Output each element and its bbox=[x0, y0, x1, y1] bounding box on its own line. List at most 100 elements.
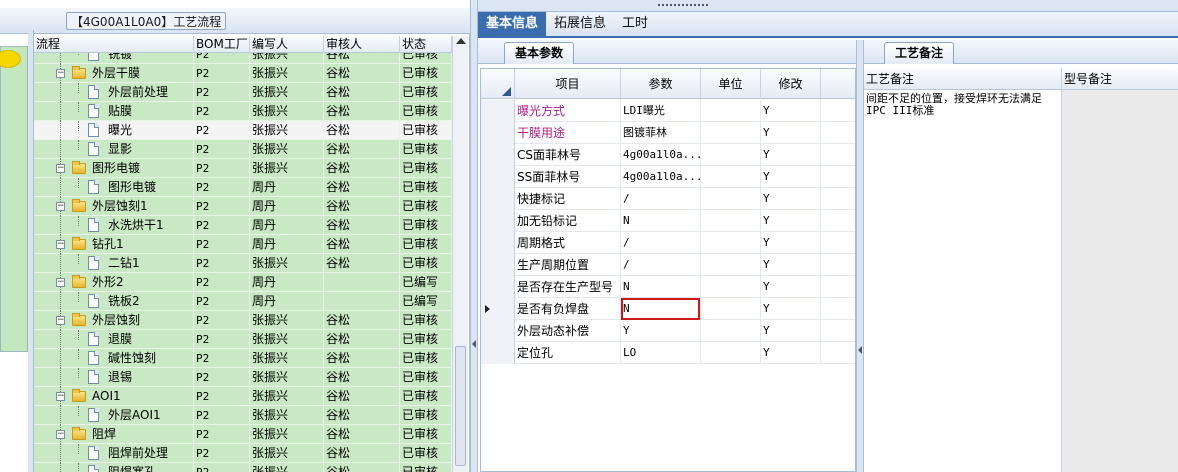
tree-node[interactable]: − 外形2 bbox=[34, 273, 194, 292]
tree-node[interactable]: 铣板2 bbox=[34, 292, 194, 311]
tree-row[interactable]: − 钻孔1 P2 周丹 谷松 已审核 bbox=[34, 235, 452, 254]
param-row[interactable]: 生产周期位置 / Y bbox=[481, 254, 855, 276]
row-indicator[interactable] bbox=[481, 298, 515, 320]
row-indicator[interactable] bbox=[481, 276, 515, 298]
param-modify-flag[interactable]: Y bbox=[761, 232, 821, 254]
column-header-process[interactable]: 流程 bbox=[34, 36, 194, 53]
param-row[interactable]: 干膜用途 图镀菲林 Y bbox=[481, 122, 855, 144]
tree-node[interactable]: 水洗烘干1 bbox=[34, 216, 194, 235]
tree-node[interactable]: 退锡 bbox=[34, 368, 194, 387]
collapse-toggle-icon[interactable]: − bbox=[56, 392, 65, 401]
param-modify-flag[interactable]: Y bbox=[761, 342, 821, 364]
tree-row[interactable]: − 外层蚀刻1 P2 周丹 谷松 已审核 bbox=[34, 197, 452, 216]
param-unit[interactable] bbox=[701, 232, 761, 254]
param-modify-flag[interactable]: Y bbox=[761, 122, 821, 144]
tree-node[interactable]: 退膜 bbox=[34, 330, 194, 349]
tree-row[interactable]: 显影 P2 张振兴 谷松 已审核 bbox=[34, 140, 452, 159]
param-modify-flag[interactable]: Y bbox=[761, 276, 821, 298]
tree-row[interactable]: 水洗烘干1 P2 周丹 谷松 已审核 bbox=[34, 216, 452, 235]
collapse-toggle-icon[interactable]: − bbox=[56, 202, 65, 211]
param-value[interactable]: LO bbox=[621, 342, 701, 364]
param-value[interactable]: / bbox=[621, 188, 701, 210]
tree-node[interactable]: 碱性蚀刻 bbox=[34, 349, 194, 368]
tree-row[interactable]: − 外形2 P2 周丹 已编写 bbox=[34, 273, 452, 292]
param-unit[interactable] bbox=[701, 254, 761, 276]
row-indicator[interactable] bbox=[481, 210, 515, 232]
row-indicator[interactable] bbox=[481, 254, 515, 276]
param-modify-flag[interactable]: Y bbox=[761, 144, 821, 166]
column-header-modify[interactable]: 修改 bbox=[761, 69, 821, 99]
tree-row[interactable]: − 阻焊 P2 张振兴 谷松 已审核 bbox=[34, 425, 452, 444]
column-header-reviewer[interactable]: 审核人 bbox=[324, 36, 400, 53]
param-row[interactable]: CS面菲林号 4g00a1l0a... Y bbox=[481, 144, 855, 166]
param-value[interactable]: Y bbox=[621, 320, 701, 342]
left-splitter[interactable] bbox=[470, 0, 478, 472]
tree-node[interactable]: 贴膜 bbox=[34, 102, 194, 121]
grip-icon[interactable] bbox=[658, 4, 708, 7]
param-value[interactable]: N bbox=[621, 210, 701, 232]
collapse-toggle-icon[interactable]: − bbox=[56, 240, 65, 249]
param-row[interactable]: 快捷标记 / Y bbox=[481, 188, 855, 210]
tab-basic-info[interactable]: 基本信息 bbox=[478, 12, 547, 36]
param-modify-flag[interactable]: Y bbox=[761, 254, 821, 276]
tree-node[interactable]: − 外层蚀刻1 bbox=[34, 197, 194, 216]
param-row[interactable]: SS面菲林号 4g00a1l0a... Y bbox=[481, 166, 855, 188]
column-header-bom[interactable]: BOM工厂 bbox=[194, 36, 250, 53]
process-note-text[interactable]: 间距不足的位置，接受焊环无法满足IPC III标准 bbox=[864, 90, 1062, 472]
tab-process-notes[interactable]: 工艺备注 bbox=[884, 42, 955, 64]
tree-node[interactable]: − 外层干膜 bbox=[34, 64, 194, 83]
row-indicator[interactable] bbox=[481, 320, 515, 342]
param-modify-flag[interactable]: Y bbox=[761, 188, 821, 210]
param-modify-flag[interactable]: Y bbox=[761, 320, 821, 342]
tree-node[interactable]: − 钻孔1 bbox=[34, 235, 194, 254]
param-modify-flag[interactable]: Y bbox=[761, 100, 821, 122]
tree-row[interactable]: − 图形电镀 P2 张振兴 谷松 已审核 bbox=[34, 159, 452, 178]
row-indicator[interactable] bbox=[481, 100, 515, 122]
tree-node[interactable]: 显影 bbox=[34, 140, 194, 159]
param-row[interactable]: 定位孔 LO Y bbox=[481, 342, 855, 364]
process-tree-scrollbar[interactable] bbox=[452, 36, 468, 472]
collapse-toggle-icon[interactable]: − bbox=[56, 430, 65, 439]
param-unit[interactable] bbox=[701, 144, 761, 166]
tree-row[interactable]: 阻焊塞孔 P2张振兴谷松已审核 bbox=[34, 463, 452, 472]
row-indicator[interactable] bbox=[481, 188, 515, 210]
param-row[interactable]: 外层动态补偿 Y Y bbox=[481, 320, 855, 342]
param-row[interactable]: 加无铅标记 N Y bbox=[481, 210, 855, 232]
tree-node[interactable]: − 外层蚀刻 bbox=[34, 311, 194, 330]
param-value[interactable]: N bbox=[621, 276, 701, 298]
param-unit[interactable] bbox=[701, 276, 761, 298]
param-value[interactable]: 图镀菲林 bbox=[621, 122, 701, 144]
param-unit[interactable] bbox=[701, 188, 761, 210]
splitter-left-arrow-icon[interactable] bbox=[858, 346, 862, 354]
tree-row[interactable]: 铣镀 P2 张振兴 谷松 已审核 bbox=[34, 53, 452, 64]
tree-row[interactable]: 碱性蚀刻 P2 张振兴 谷松 已审核 bbox=[34, 349, 452, 368]
param-unit[interactable] bbox=[701, 298, 761, 320]
splitter-left-arrow-icon[interactable] bbox=[472, 340, 476, 348]
middle-splitter[interactable] bbox=[856, 40, 864, 472]
tab-work-hours[interactable]: 工时 bbox=[614, 12, 656, 36]
tree-row[interactable]: 外层前处理 P2 张振兴 谷松 已审核 bbox=[34, 83, 452, 102]
tree-node[interactable]: 图形电镀 bbox=[34, 178, 194, 197]
tree-row[interactable]: 退膜 P2 张振兴 谷松 已审核 bbox=[34, 330, 452, 349]
top-collapse-strip[interactable] bbox=[478, 0, 1178, 12]
tree-row[interactable]: 外层AOI1 P2 张振兴 谷松 已审核 bbox=[34, 406, 452, 425]
tree-row[interactable]: 贴膜 P2 张振兴 谷松 已审核 bbox=[34, 102, 452, 121]
tree-node[interactable]: 外层AOI1 bbox=[34, 406, 194, 425]
column-header-process-note[interactable]: 工艺备注 bbox=[864, 68, 1062, 90]
scroll-up-arrow-icon[interactable] bbox=[456, 38, 466, 44]
param-row[interactable]: 曝光方式 LDI曝光 Y bbox=[481, 100, 855, 122]
select-all-corner[interactable] bbox=[481, 69, 515, 99]
tree-node[interactable]: 阻焊塞孔 bbox=[34, 463, 194, 472]
param-row[interactable]: 是否有负焊盘 N Y bbox=[481, 298, 855, 320]
param-modify-flag[interactable]: Y bbox=[761, 210, 821, 232]
tree-node[interactable]: 二钻1 bbox=[34, 254, 194, 273]
row-indicator[interactable] bbox=[481, 232, 515, 254]
row-indicator[interactable] bbox=[481, 122, 515, 144]
column-header-status[interactable]: 状态 bbox=[400, 36, 452, 53]
param-unit[interactable] bbox=[701, 100, 761, 122]
param-value[interactable]: / bbox=[621, 232, 701, 254]
column-header-model-note[interactable]: 型号备注 bbox=[1062, 68, 1178, 90]
scroll-thumb[interactable] bbox=[455, 346, 466, 466]
tree-node[interactable]: 曝光 bbox=[34, 121, 194, 140]
param-value[interactable]: LDI曝光 bbox=[621, 100, 701, 122]
